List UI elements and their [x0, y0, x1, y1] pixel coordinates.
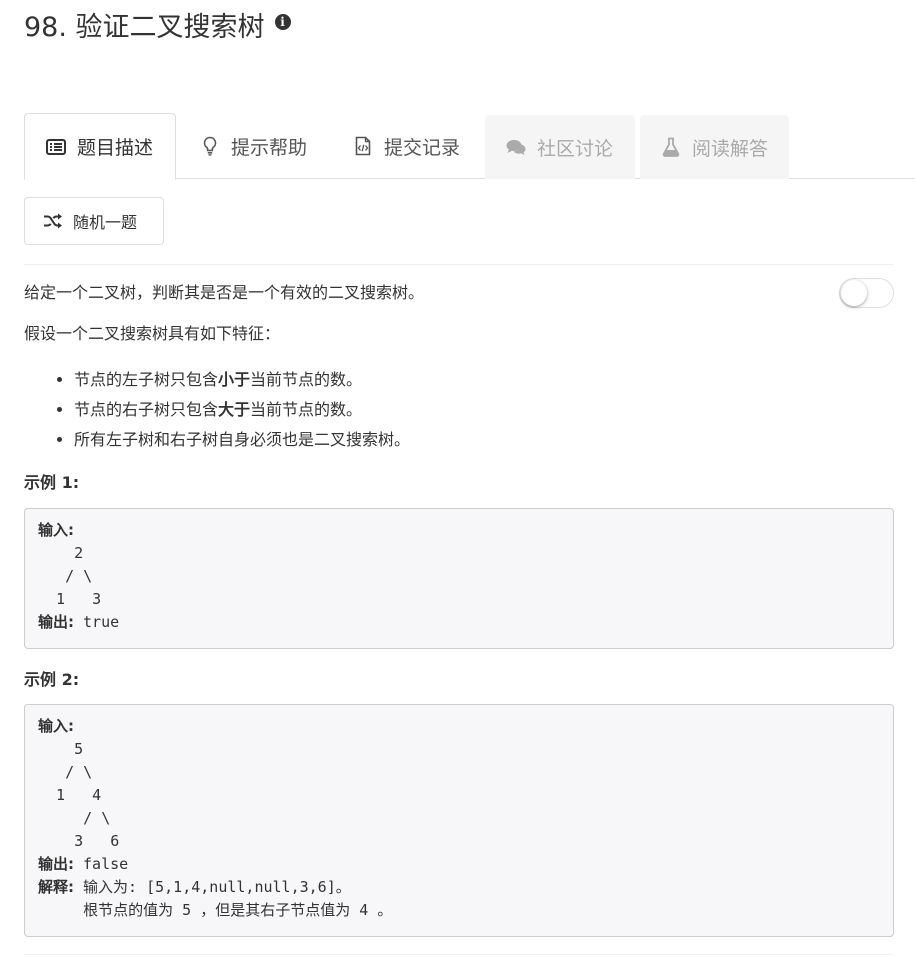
divider [24, 954, 893, 955]
list-item: 节点的左子树只包含小于当前节点的数。 [74, 365, 410, 395]
random-problem-button[interactable]: 随机一题 [24, 197, 164, 245]
comments-icon [505, 136, 527, 158]
output-label: 输出: [38, 613, 74, 631]
list-alt-icon [45, 136, 67, 158]
lightbulb-icon [199, 135, 221, 157]
tab-discuss[interactable]: 社区讨论 [485, 115, 635, 179]
problem-page: 98. 验证二叉搜索树 i 题目描述 提示帮助 提交记录 社区讨论 阅读解答 随… [0, 0, 915, 957]
tab-label: 提示帮助 [231, 136, 308, 159]
tab-label: 提交记录 [384, 136, 461, 159]
tree-diagram: 2 / \ 1 3 [56, 544, 102, 608]
output-value: false [74, 855, 129, 873]
random-button-label: 随机一题 [73, 213, 138, 232]
tab-submissions[interactable]: 提交记录 [332, 113, 484, 179]
tab-bar: 题目描述 提示帮助 提交记录 社区讨论 阅读解答 [24, 113, 915, 180]
example-2-code: 输入: 5 / \ 1 4 / \ 3 6 输出: false 解释: 输入为:… [24, 704, 894, 937]
title-row: 98. 验证二叉搜索树 i [24, 8, 291, 48]
explanation-text: 输入为: [5,1,4,null,null,3,6]。 根节点的值为 5 ，但是… [83, 878, 393, 919]
tab-hints[interactable]: 提示帮助 [179, 113, 329, 179]
divider [24, 264, 893, 265]
flask-icon [660, 136, 682, 158]
explanation-label: 解释: [38, 878, 74, 896]
list-item: 节点的右子树只包含大于当前节点的数。 [74, 395, 410, 425]
tab-solution[interactable]: 阅读解答 [640, 115, 789, 179]
problem-intro: 给定一个二叉树，判断其是否是一个有效的二叉搜索树。 [24, 283, 425, 302]
output-label: 输出: [38, 855, 74, 873]
info-icon[interactable]: i [274, 14, 291, 30]
tree-diagram: 5 / \ 1 4 / \ 3 6 [56, 740, 120, 850]
example-1-title: 示例 1: [24, 473, 80, 492]
file-code-icon [352, 135, 374, 157]
toggle-switch[interactable] [839, 278, 894, 308]
tab-description[interactable]: 题目描述 [24, 113, 176, 180]
output-value: true [74, 613, 120, 631]
list-item: 所有左子树和右子树自身必须也是二叉搜索树。 [74, 425, 410, 455]
example-1-code: 输入: 2 / \ 1 3 输出: true [24, 508, 894, 649]
feature-list: 节点的左子树只包含小于当前节点的数。 节点的右子树只包含大于当前节点的数。 所有… [24, 365, 410, 455]
input-label: 输入: [38, 521, 74, 539]
toggle-knob [841, 280, 867, 306]
tab-label: 题目描述 [77, 137, 154, 159]
example-2-title: 示例 2: [24, 670, 80, 689]
tab-label: 社区讨论 [537, 137, 614, 160]
problem-assumption: 假设一个二叉搜索树具有如下特征： [24, 324, 281, 343]
page-title: 98. 验证二叉搜索树 [24, 12, 265, 43]
input-label: 输入: [38, 717, 74, 735]
tab-label: 阅读解答 [692, 137, 769, 160]
shuffle-icon [43, 211, 63, 231]
